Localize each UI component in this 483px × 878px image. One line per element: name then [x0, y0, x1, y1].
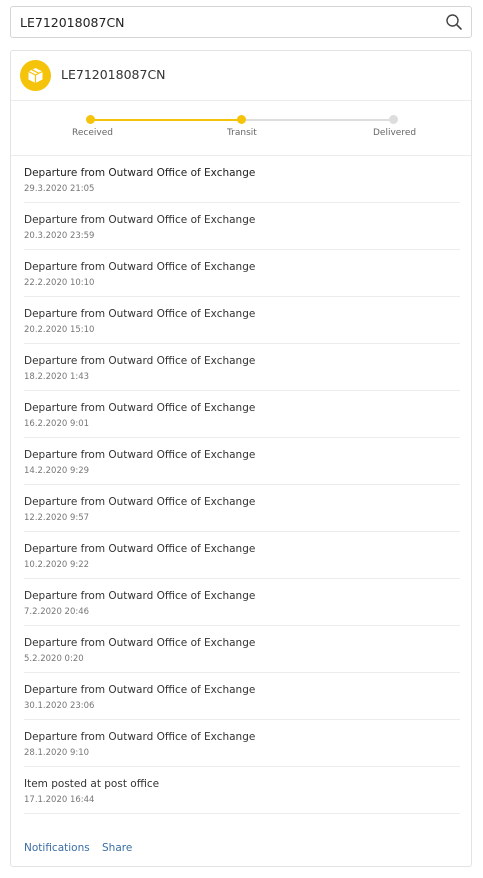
event-item: Departure from Outward Office of Exchang… [24, 344, 460, 391]
event-time: 12.2.2020 9:57 [24, 513, 90, 523]
event-item: Departure from Outward Office of Exchang… [24, 391, 460, 438]
stage-label-delivered: Delivered [373, 128, 417, 138]
event-title: Departure from Outward Office of Exchang… [24, 684, 256, 696]
event-title: Departure from Outward Office of Exchang… [24, 731, 256, 743]
progress-tracker: Received Transit Delivered [11, 100, 471, 156]
event-title: Departure from Outward Office of Exchang… [24, 590, 256, 602]
event-time: 10.2.2020 9:22 [24, 560, 90, 570]
stage-label-transit: Transit [227, 128, 257, 138]
package-icon [20, 60, 51, 91]
event-list: Departure from Outward Office of Exchang… [24, 156, 460, 814]
tracking-number-title: LE712018087CN [61, 67, 166, 82]
event-title: Departure from Outward Office of Exchang… [24, 402, 256, 414]
event-title: Departure from Outward Office of Exchang… [24, 167, 256, 179]
event-time: 28.1.2020 9:10 [24, 748, 90, 758]
event-item: Departure from Outward Office of Exchang… [24, 250, 460, 297]
event-item: Departure from Outward Office of Exchang… [24, 720, 460, 767]
event-time: 7.2.2020 20:46 [24, 607, 90, 617]
event-title: Departure from Outward Office of Exchang… [24, 214, 256, 226]
event-time: 5.2.2020 0:20 [24, 654, 84, 664]
stage-dot-delivered [389, 115, 398, 124]
event-time: 29.3.2020 21:05 [24, 184, 95, 194]
stage-label-received: Received [72, 128, 113, 138]
event-item: Departure from Outward Office of Exchang… [24, 579, 460, 626]
stage-dot-received [86, 115, 95, 124]
event-title: Departure from Outward Office of Exchang… [24, 261, 256, 273]
event-item: Departure from Outward Office of Exchang… [24, 485, 460, 532]
event-item: Departure from Outward Office of Exchang… [24, 156, 460, 203]
event-time: 14.2.2020 9:29 [24, 466, 90, 476]
event-item: Departure from Outward Office of Exchang… [24, 438, 460, 485]
notifications-link[interactable]: Notifications [24, 842, 90, 854]
card-header: LE712018087CN [11, 51, 471, 101]
event-item: Departure from Outward Office of Exchang… [24, 203, 460, 250]
event-title: Departure from Outward Office of Exchang… [24, 637, 256, 649]
event-time: 17.1.2020 16:44 [24, 795, 95, 805]
event-time: 20.3.2020 23:59 [24, 231, 95, 241]
progress-line-complete [90, 119, 242, 121]
event-time: 18.2.2020 1:43 [24, 372, 90, 382]
event-title: Departure from Outward Office of Exchang… [24, 496, 256, 508]
event-title: Item posted at post office [24, 778, 160, 790]
event-time: 30.1.2020 23:06 [24, 701, 95, 711]
event-item: Departure from Outward Office of Exchang… [24, 532, 460, 579]
event-title: Departure from Outward Office of Exchang… [24, 543, 256, 555]
event-time: 22.2.2020 10:10 [24, 278, 95, 288]
search-icon[interactable] [445, 13, 463, 31]
progress-line-pending [242, 119, 394, 121]
event-item: Departure from Outward Office of Exchang… [24, 297, 460, 344]
share-link[interactable]: Share [102, 842, 132, 854]
event-time: 20.2.2020 15:10 [24, 325, 95, 335]
stage-dot-transit [237, 115, 246, 124]
tracking-card: LE712018087CN Received Transit Delivered… [10, 50, 472, 867]
event-item: Item posted at post office 17.1.2020 16:… [24, 767, 460, 814]
search-input[interactable] [11, 7, 440, 37]
card-footer: Notifications Share [11, 828, 471, 868]
event-time: 16.2.2020 9:01 [24, 419, 90, 429]
event-item: Departure from Outward Office of Exchang… [24, 673, 460, 720]
event-title: Departure from Outward Office of Exchang… [24, 308, 256, 320]
search-box[interactable] [10, 6, 472, 38]
event-item: Departure from Outward Office of Exchang… [24, 626, 460, 673]
event-title: Departure from Outward Office of Exchang… [24, 355, 256, 367]
event-title: Departure from Outward Office of Exchang… [24, 449, 256, 461]
